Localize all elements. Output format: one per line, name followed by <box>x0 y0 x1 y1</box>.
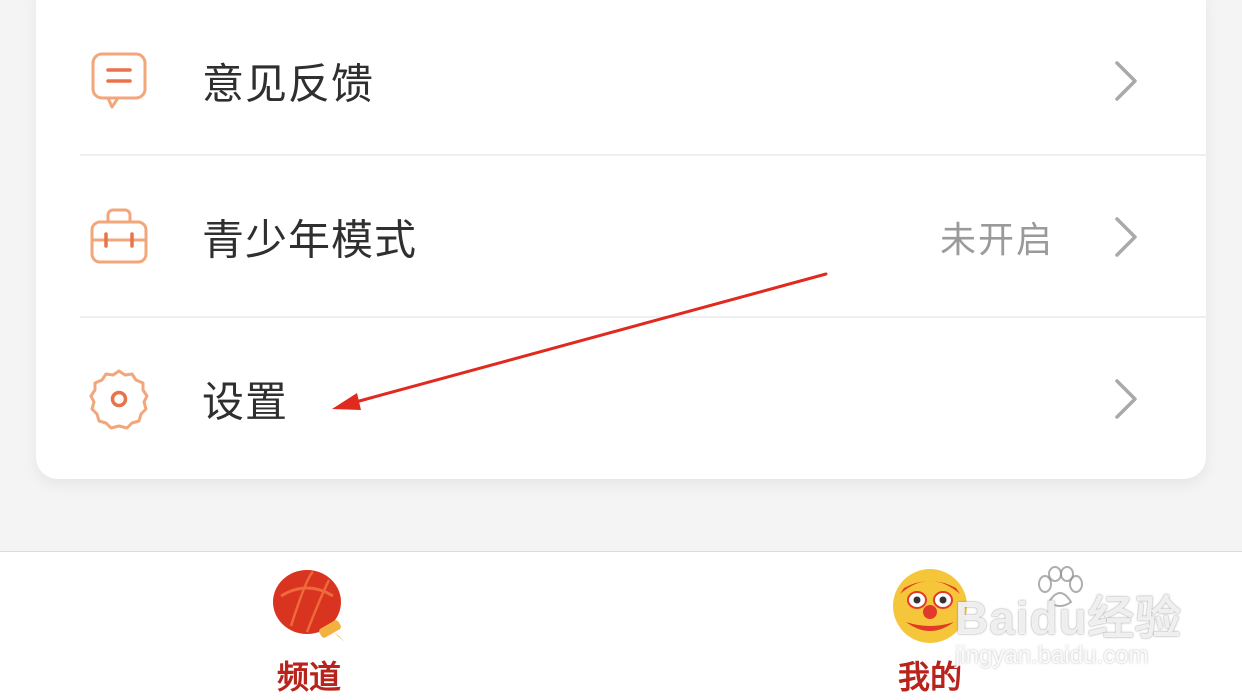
menu-item-feedback[interactable]: 意见反馈 <box>36 0 1206 162</box>
tab-label: 我的 <box>897 658 962 696</box>
chevron-right-icon <box>1115 217 1137 257</box>
menu-item-label: 青少年模式 <box>202 215 418 265</box>
chevron-right-icon <box>1115 61 1137 101</box>
menu-item-teen-mode[interactable]: 青少年模式 未开启 <box>36 156 1206 318</box>
menu-item-label: 意见反馈 <box>202 59 375 109</box>
feedback-icon <box>91 52 147 109</box>
lantern-icon <box>273 570 345 642</box>
lion-dance-avatar-icon <box>893 569 967 643</box>
teen-mode-icon <box>90 208 148 264</box>
menu-item-label: 设置 <box>202 377 289 427</box>
settings-gear-icon <box>89 369 149 430</box>
tab-mine[interactable]: 我的 <box>860 552 1000 700</box>
settings-menu-card: 意见反馈 青少年模式 未开启 设置 <box>36 0 1206 479</box>
menu-item-settings[interactable]: 设置 <box>36 318 1206 480</box>
tab-label: 频道 <box>276 658 341 696</box>
bottom-tab-bar: 频道 我的 <box>0 551 1242 700</box>
tab-channel[interactable]: 频道 <box>239 552 379 700</box>
chevron-right-icon <box>1115 379 1137 419</box>
teen-mode-status: 未开启 <box>939 220 1054 261</box>
